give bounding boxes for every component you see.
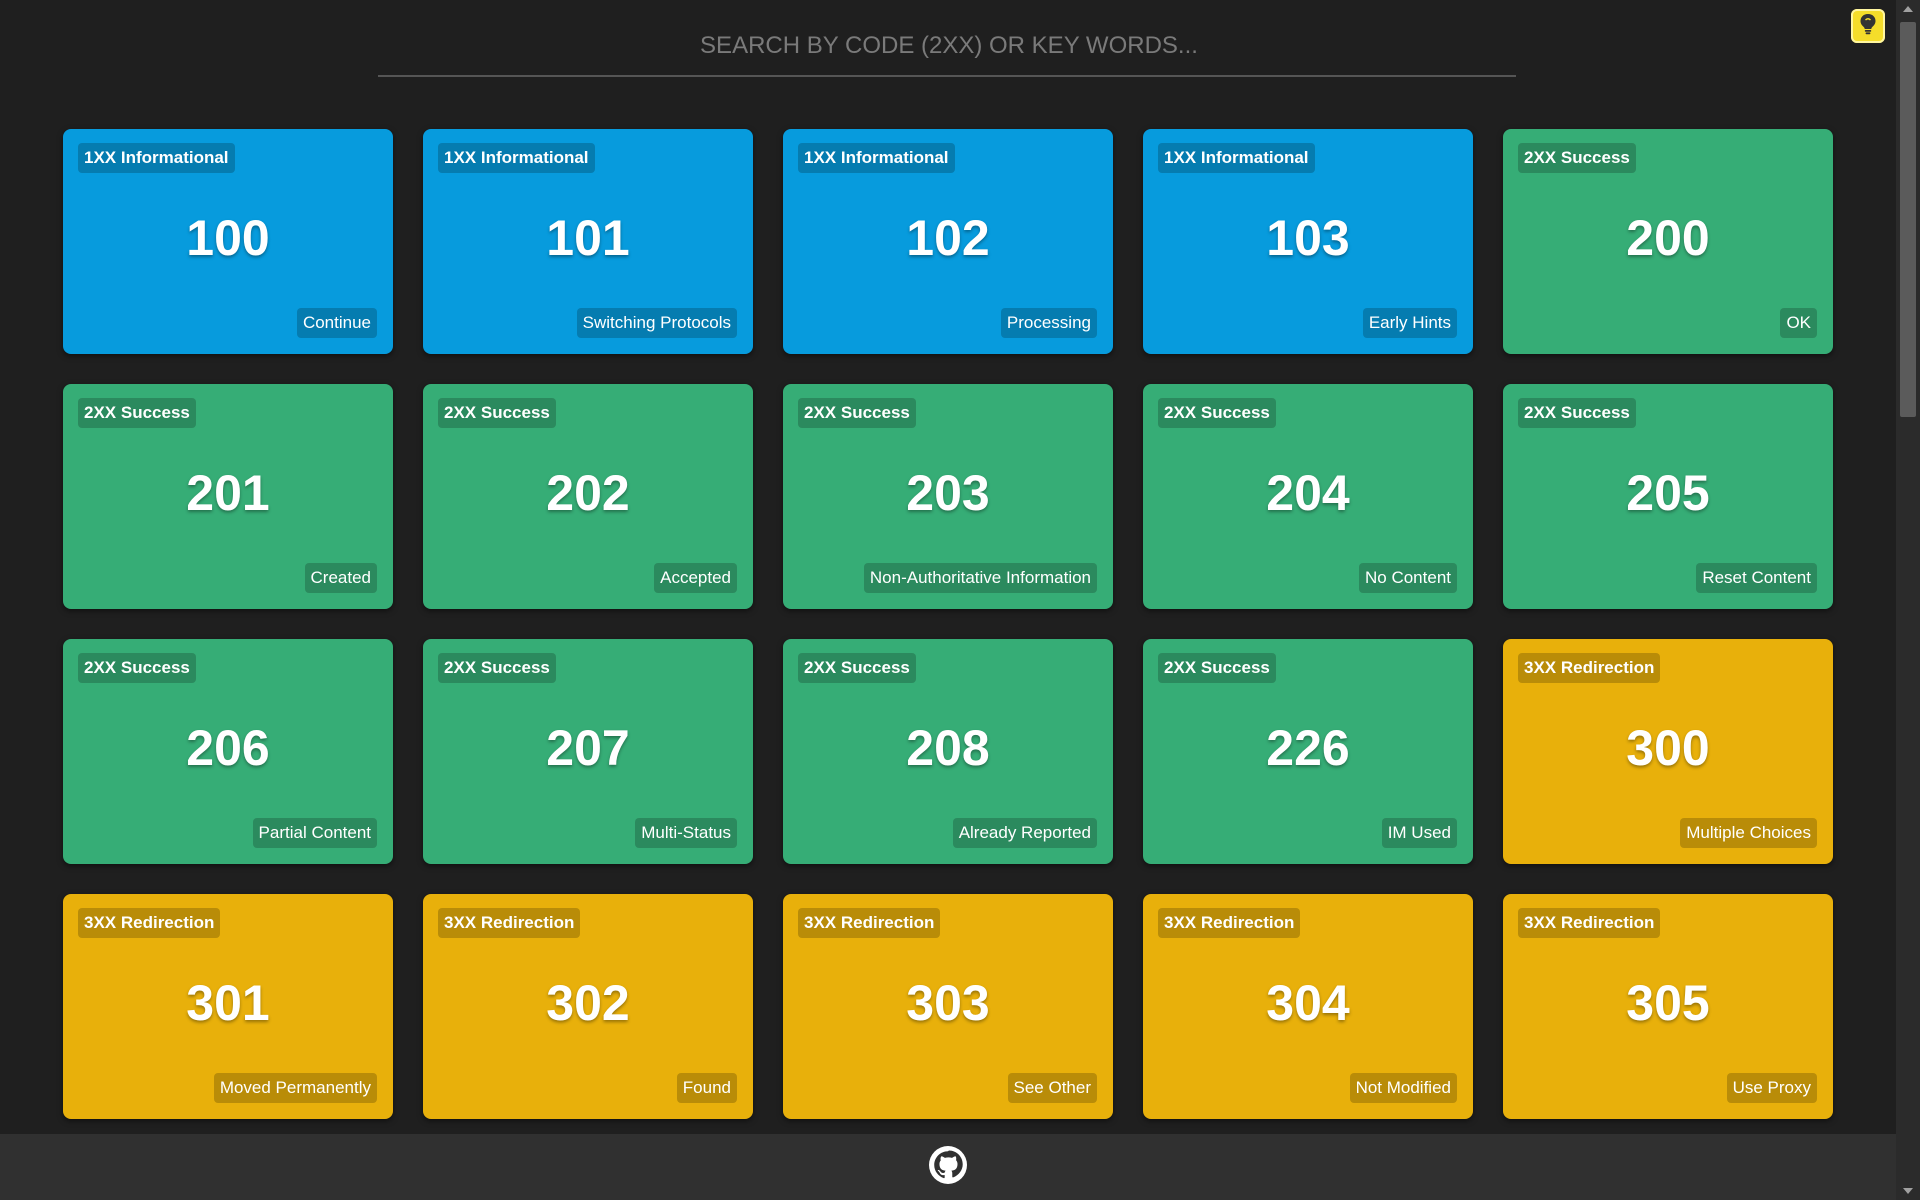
status-description: Partial Content <box>252 818 377 848</box>
status-card-204[interactable]: 2XX Success 204 No Content <box>1143 384 1473 609</box>
status-card-202[interactable]: 2XX Success 202 Accepted <box>423 384 753 609</box>
status-description: Multiple Choices <box>1680 818 1817 848</box>
status-code: 102 <box>906 210 990 266</box>
status-description: Reset Content <box>1696 563 1817 593</box>
status-description: No Content <box>1359 563 1457 593</box>
status-card-300[interactable]: 3XX Redirection 300 Multiple Choices <box>1503 639 1833 864</box>
status-code-grid: 1XX Informational 100 Continue 1XX Informat… <box>63 129 1833 1119</box>
status-card-208[interactable]: 2XX Success 208 Already Reported <box>783 639 1113 864</box>
status-description: OK <box>1780 308 1817 338</box>
status-description: Created <box>304 563 377 593</box>
status-description: Found <box>676 1073 737 1103</box>
footer <box>0 1134 1896 1200</box>
status-card-201[interactable]: 2XX Success 201 Created <box>63 384 393 609</box>
status-code: 200 <box>1626 210 1710 266</box>
github-link[interactable] <box>929 1145 967 1189</box>
category-badge: 2XX Success <box>78 653 196 683</box>
category-badge: 2XX Success <box>1158 653 1276 683</box>
status-description: Continue <box>296 308 377 338</box>
status-code: 226 <box>1266 720 1350 776</box>
category-badge: 2XX Success <box>438 398 556 428</box>
status-code: 300 <box>1626 720 1710 776</box>
status-card-203[interactable]: 2XX Success 203 Non-Authoritative Informat… <box>783 384 1113 609</box>
theme-toggle-button[interactable] <box>1851 9 1885 43</box>
status-card-206[interactable]: 2XX Success 206 Partial Content <box>63 639 393 864</box>
status-description: Moved Permanently <box>213 1073 377 1103</box>
category-badge: 2XX Success <box>798 398 916 428</box>
status-code: 103 <box>1266 210 1350 266</box>
scroll-up-arrow-icon[interactable] <box>1896 0 1920 18</box>
category-badge: 3XX Redirection <box>438 908 581 938</box>
page: 1XX Informational100Continue1XX Informat… <box>0 0 1920 1200</box>
category-badge: 2XX Success <box>438 653 556 683</box>
status-card-305[interactable]: 3XX Redirection 305 Use Proxy <box>1503 894 1833 1119</box>
category-badge: 2XX Success <box>798 653 916 683</box>
status-code: 301 <box>186 975 270 1031</box>
category-badge: 1XX Informational <box>78 143 235 173</box>
status-description: Already Reported <box>952 818 1097 848</box>
status-card-301[interactable]: 3XX Redirection 301 Moved Permanently <box>63 894 393 1119</box>
status-card-302[interactable]: 3XX Redirection 302 Found <box>423 894 753 1119</box>
category-badge: 2XX Success <box>1518 143 1636 173</box>
scrollbar-thumb[interactable] <box>1900 22 1916 417</box>
status-card-101[interactable]: 1XX Informational 101 Switching Protocols <box>423 129 753 354</box>
vertical-scrollbar[interactable] <box>1896 0 1920 1200</box>
lightbulb-icon <box>1858 13 1878 40</box>
status-code: 305 <box>1626 975 1710 1031</box>
status-description: Non-Authoritative Information <box>863 563 1097 593</box>
status-code: 201 <box>186 465 270 521</box>
status-code: 203 <box>906 465 990 521</box>
search-bar <box>378 18 1520 77</box>
search-input[interactable] <box>378 18 1520 74</box>
status-description: Not Modified <box>1349 1073 1457 1103</box>
status-code: 100 <box>186 210 270 266</box>
status-description: Switching Protocols <box>576 308 737 338</box>
status-description: See Other <box>1007 1073 1097 1103</box>
category-badge: 3XX Redirection <box>1158 908 1301 938</box>
status-card-100[interactable]: 1XX Informational 100 Continue <box>63 129 393 354</box>
category-badge: 2XX Success <box>1518 398 1636 428</box>
category-badge: 3XX Redirection <box>78 908 221 938</box>
category-badge: 1XX Informational <box>438 143 595 173</box>
status-code: 206 <box>186 720 270 776</box>
category-badge: 1XX Informational <box>798 143 955 173</box>
status-code: 207 <box>546 720 630 776</box>
status-description: Early Hints <box>1362 308 1457 338</box>
status-description: Multi-Status <box>635 818 737 848</box>
status-code: 101 <box>546 210 630 266</box>
status-code: 205 <box>1626 465 1710 521</box>
status-card-102[interactable]: 1XX Informational 102 Processing <box>783 129 1113 354</box>
status-card-303[interactable]: 3XX Redirection 303 See Other <box>783 894 1113 1119</box>
status-description: Accepted <box>654 563 737 593</box>
github-icon <box>929 1145 967 1189</box>
status-code: 302 <box>546 975 630 1031</box>
status-card-207[interactable]: 2XX Success 207 Multi-Status <box>423 639 753 864</box>
status-card-103[interactable]: 1XX Informational 103 Early Hints <box>1143 129 1473 354</box>
status-card-304[interactable]: 3XX Redirection 304 Not Modified <box>1143 894 1473 1119</box>
status-description: Processing <box>1000 308 1097 338</box>
status-code: 304 <box>1266 975 1350 1031</box>
status-card-226[interactable]: 2XX Success 226 IM Used <box>1143 639 1473 864</box>
status-code: 208 <box>906 720 990 776</box>
category-badge: 3XX Redirection <box>1518 653 1661 683</box>
status-code: 303 <box>906 975 990 1031</box>
category-badge: 2XX Success <box>1158 398 1276 428</box>
status-card-205[interactable]: 2XX Success 205 Reset Content <box>1503 384 1833 609</box>
status-description: Use Proxy <box>1726 1073 1817 1103</box>
category-badge: 2XX Success <box>78 398 196 428</box>
category-badge: 1XX Informational <box>1158 143 1315 173</box>
scroll-down-arrow-icon[interactable] <box>1896 1182 1920 1200</box>
category-badge: 3XX Redirection <box>1518 908 1661 938</box>
category-badge: 3XX Redirection <box>798 908 941 938</box>
status-code: 204 <box>1266 465 1350 521</box>
status-code: 202 <box>546 465 630 521</box>
status-description: IM Used <box>1381 818 1457 848</box>
status-card-200[interactable]: 2XX Success 200 OK <box>1503 129 1833 354</box>
